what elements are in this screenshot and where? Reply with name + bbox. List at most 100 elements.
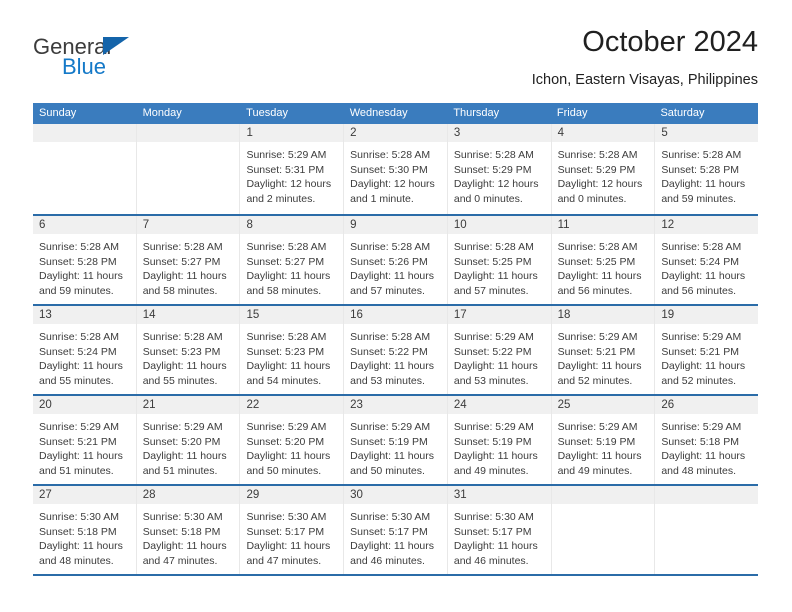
page-header: General Blue October 2024 Ichon, Eastern…: [33, 26, 758, 98]
day-number: 7: [142, 219, 150, 231]
day-number-band: [447, 124, 551, 142]
calendar-day-cell[interactable]: 9 Sunrise: 5:28 AM Sunset: 5:26 PM Daylight…: [344, 216, 448, 304]
day-number: 19: [661, 309, 675, 321]
daylight-text-line2: and 50 minutes.: [350, 464, 425, 477]
day-details: Sunrise: 5:29 AM Sunset: 5:21 PM Daylight:…: [33, 414, 136, 478]
daylight-text-line2: and 56 minutes.: [661, 284, 737, 297]
sunrise-text: Sunrise: 5:28 AM: [453, 241, 534, 253]
calendar-day-cell[interactable]: 16 Sunrise: 5:28 AM Sunset: 5:22 PM Dayligh…: [344, 306, 448, 394]
calendar-bottom-rule: [33, 574, 758, 576]
day-details: Sunrise: 5:29 AM Sunset: 5:31 PM Daylight:…: [240, 142, 343, 206]
daylight-text-line1: Daylight: 11 hours: [350, 360, 435, 372]
daylight-text-line1: Daylight: 11 hours: [453, 270, 538, 282]
day-number: 9: [350, 219, 357, 231]
calendar-day-cell[interactable]: 29 Sunrise: 5:30 AM Sunset: 5:17 PM Dayligh…: [240, 486, 345, 574]
daylight-text-line1: Daylight: 11 hours: [453, 450, 538, 462]
day-number-band: [344, 124, 447, 142]
sunset-text: Sunset: 5:17 PM: [453, 525, 532, 538]
calendar-day-cell[interactable]: 1 Sunrise: 5:29 AM Sunset: 5:31 PM Daylight…: [240, 124, 345, 214]
sunrise-text: Sunrise: 5:29 AM: [350, 421, 431, 433]
calendar-day-cell[interactable]: 17 Sunrise: 5:29 AM Sunset: 5:22 PM Dayligh…: [447, 306, 552, 394]
day-details: Sunrise: 5:28 AM Sunset: 5:26 PM Daylight:…: [344, 234, 447, 298]
calendar-day-cell-empty: [655, 486, 759, 574]
day-number: 3: [453, 127, 461, 139]
calendar-day-cell[interactable]: 20 Sunrise: 5:29 AM Sunset: 5:21 PM Dayligh…: [33, 396, 137, 484]
calendar-day-cell[interactable]: 10 Sunrise: 5:28 AM Sunset: 5:25 PM Dayligh…: [447, 216, 552, 304]
daylight-text-line1: Daylight: 11 hours: [246, 540, 331, 552]
sunrise-text: Sunrise: 5:29 AM: [661, 421, 742, 433]
day-details: Sunrise: 5:28 AM Sunset: 5:23 PM Daylight:…: [240, 324, 343, 388]
daylight-text-line2: and 53 minutes.: [453, 374, 529, 387]
weekday-header-tuesday: Tuesday: [246, 107, 288, 119]
day-number-band: [240, 124, 344, 142]
calendar-day-cell[interactable]: 3 Sunrise: 5:28 AM Sunset: 5:29 PM Daylight…: [447, 124, 552, 214]
weekday-header-thursday: Thursday: [453, 107, 500, 119]
sunrise-text: Sunrise: 5:28 AM: [39, 241, 119, 253]
sunrise-text: Sunrise: 5:28 AM: [350, 331, 431, 343]
calendar-day-cell[interactable]: 7 Sunrise: 5:28 AM Sunset: 5:27 PM Daylight…: [136, 216, 241, 304]
daylight-text-line1: Daylight: 11 hours: [350, 270, 435, 282]
sunset-text: Sunset: 5:21 PM: [557, 345, 636, 358]
calendar-day-cell[interactable]: 26 Sunrise: 5:29 AM Sunset: 5:18 PM Dayligh…: [655, 396, 759, 484]
day-number: 18: [557, 309, 571, 321]
daylight-text-line1: Daylight: 11 hours: [39, 360, 123, 372]
calendar-day-cell[interactable]: 4 Sunrise: 5:28 AM Sunset: 5:29 PM Daylight…: [551, 124, 656, 214]
daylight-text-line2: and 54 minutes.: [246, 374, 322, 387]
calendar-day-cell[interactable]: 30 Sunrise: 5:30 AM Sunset: 5:17 PM Dayligh…: [344, 486, 448, 574]
sunset-text: Sunset: 5:31 PM: [246, 163, 325, 176]
day-details: Sunrise: 5:29 AM Sunset: 5:21 PM Daylight:…: [552, 324, 655, 388]
calendar-day-cell[interactable]: 31 Sunrise: 5:30 AM Sunset: 5:17 PM Dayligh…: [447, 486, 552, 574]
daylight-text-line2: and 1 minute.: [350, 192, 414, 205]
calendar-day-cell[interactable]: 18 Sunrise: 5:29 AM Sunset: 5:21 PM Dayligh…: [551, 306, 656, 394]
calendar-day-cell[interactable]: 14 Sunrise: 5:28 AM Sunset: 5:23 PM Dayligh…: [136, 306, 241, 394]
day-number-band: [655, 124, 759, 142]
brand-logo[interactable]: General Blue: [33, 34, 233, 90]
daylight-text-line2: and 51 minutes.: [39, 464, 114, 477]
sunrise-text: Sunrise: 5:28 AM: [557, 241, 638, 253]
sunrise-text: Sunrise: 5:30 AM: [39, 511, 119, 523]
calendar-day-cell[interactable]: 23 Sunrise: 5:29 AM Sunset: 5:19 PM Dayligh…: [344, 396, 448, 484]
sunrise-text: Sunrise: 5:29 AM: [557, 421, 638, 433]
daylight-text-line1: Daylight: 11 hours: [661, 178, 746, 190]
page-subtitle: Ichon, Eastern Visayas, Philippines: [531, 72, 758, 88]
calendar-week-row: 1 Sunrise: 5:29 AM Sunset: 5:31 PM Daylight…: [33, 124, 759, 214]
day-number-band: [240, 216, 344, 234]
daylight-text-line1: Daylight: 11 hours: [557, 450, 642, 462]
day-details: Sunrise: 5:29 AM Sunset: 5:19 PM Daylight:…: [344, 414, 447, 478]
day-number: 13: [39, 309, 52, 321]
calendar-day-cell[interactable]: 21 Sunrise: 5:29 AM Sunset: 5:20 PM Dayligh…: [136, 396, 241, 484]
calendar-day-cell[interactable]: 6 Sunrise: 5:28 AM Sunset: 5:28 PM Daylight…: [33, 216, 137, 304]
daylight-text-line2: and 56 minutes.: [557, 284, 633, 297]
calendar-day-cell[interactable]: 25 Sunrise: 5:29 AM Sunset: 5:19 PM Dayligh…: [551, 396, 656, 484]
daylight-text-line1: Daylight: 12 hours: [453, 178, 539, 190]
daylight-text-line1: Daylight: 11 hours: [661, 450, 746, 462]
sunrise-text: Sunrise: 5:28 AM: [661, 149, 742, 161]
sunset-text: Sunset: 5:28 PM: [661, 163, 739, 176]
calendar-day-cell[interactable]: 8 Sunrise: 5:28 AM Sunset: 5:27 PM Daylight…: [240, 216, 345, 304]
calendar-day-cell[interactable]: 2 Sunrise: 5:28 AM Sunset: 5:30 PM Daylight…: [344, 124, 448, 214]
daylight-text-line2: and 48 minutes.: [661, 464, 737, 477]
day-details: Sunrise: 5:28 AM Sunset: 5:30 PM Daylight:…: [344, 142, 447, 206]
calendar-day-cell[interactable]: 24 Sunrise: 5:29 AM Sunset: 5:19 PM Dayligh…: [447, 396, 552, 484]
calendar-day-cell[interactable]: 22 Sunrise: 5:29 AM Sunset: 5:20 PM Dayligh…: [240, 396, 345, 484]
daylight-text-line2: and 58 minutes.: [246, 284, 322, 297]
brand-name-blue: Blue: [62, 54, 107, 79]
daylight-text-line2: and 58 minutes.: [142, 284, 218, 297]
day-number: 27: [39, 489, 52, 501]
day-number: 6: [39, 219, 46, 231]
calendar-day-cell[interactable]: 19 Sunrise: 5:29 AM Sunset: 5:21 PM Dayligh…: [655, 306, 759, 394]
calendar-day-cell[interactable]: 28 Sunrise: 5:30 AM Sunset: 5:18 PM Dayligh…: [136, 486, 241, 574]
calendar-day-cell[interactable]: 5 Sunrise: 5:28 AM Sunset: 5:28 PM Daylight…: [655, 124, 759, 214]
calendar-day-cell[interactable]: 15 Sunrise: 5:28 AM Sunset: 5:23 PM Dayligh…: [240, 306, 345, 394]
day-number-band: [551, 486, 655, 504]
calendar-day-cell[interactable]: 13 Sunrise: 5:28 AM Sunset: 5:24 PM Dayligh…: [33, 306, 137, 394]
sunrise-text: Sunrise: 5:29 AM: [246, 149, 327, 161]
sunset-text: Sunset: 5:17 PM: [246, 525, 325, 538]
calendar-day-cell[interactable]: 27 Sunrise: 5:30 AM Sunset: 5:18 PM Dayligh…: [33, 486, 137, 574]
daylight-text-line2: and 46 minutes.: [453, 554, 529, 567]
day-number: 2: [350, 127, 357, 139]
calendar-day-cell[interactable]: 11 Sunrise: 5:28 AM Sunset: 5:25 PM Dayligh…: [551, 216, 656, 304]
calendar-day-cell[interactable]: 12 Sunrise: 5:28 AM Sunset: 5:24 PM Dayligh…: [655, 216, 759, 304]
daylight-text-line1: Daylight: 11 hours: [350, 450, 435, 462]
daylight-text-line1: Daylight: 11 hours: [142, 450, 227, 462]
